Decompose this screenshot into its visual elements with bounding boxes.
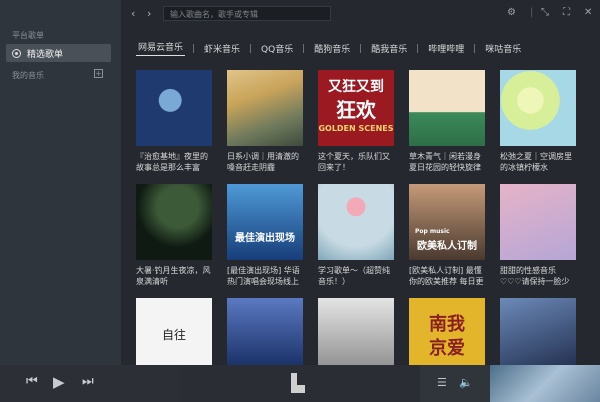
- tab-qq[interactable]: QQ音乐: [259, 42, 295, 55]
- play-icon[interactable]: ▶: [53, 373, 65, 391]
- playlist-card[interactable]: 松弛之夏｜空调房里的冰镇柠檬水: [500, 70, 576, 173]
- cover-title: 南我: [429, 314, 465, 335]
- volume-icon[interactable]: 🔈: [459, 376, 473, 389]
- playlist-cover[interactable]: [318, 298, 394, 374]
- playlist-card[interactable]: 草木青气｜闲若漫身夏日花园的轻快旋律: [409, 70, 485, 173]
- playlist-icon[interactable]: ☰: [437, 376, 447, 389]
- tab-netease[interactable]: 网易云音乐: [136, 40, 186, 56]
- playlist-caption[interactable]: 『治愈基地』夜里的故事总是那么丰富: [136, 151, 212, 173]
- sidebar-section-my-music: 我的音乐: [12, 71, 44, 80]
- playlist-cover[interactable]: 自往: [136, 298, 212, 374]
- playlist-card[interactable]: 大暑·钓月生夜凉，风泉满清听: [136, 184, 212, 287]
- playlist-cover[interactable]: 最佳演出现场: [227, 184, 303, 260]
- forward-icon[interactable]: ›: [147, 7, 151, 20]
- search-input[interactable]: 输入歌曲名，歌手或专辑: [163, 6, 331, 21]
- playlist-card[interactable]: 学习歌单～（超赞纯音乐！）: [318, 184, 394, 287]
- tab-kuwo[interactable]: 酷我音乐: [369, 42, 409, 55]
- playlist-cover[interactable]: [136, 184, 212, 260]
- playlist-caption[interactable]: [欧美私人订制] 最懂你的欧美推荐 每日更新35首: [409, 265, 485, 287]
- add-playlist-icon[interactable]: +: [94, 69, 103, 78]
- playlist-cover[interactable]: [409, 70, 485, 146]
- now-playing-cover[interactable]: [490, 365, 600, 402]
- playlist-card[interactable]: 又狂又到 狂欢 GOLDEN SCENES 这个夏天，乐队们又回来了！: [318, 70, 394, 173]
- cover-title: 狂欢: [336, 98, 376, 122]
- tab-divider: [417, 43, 419, 53]
- tab-migu[interactable]: 咪咕音乐: [483, 42, 523, 55]
- playlist-cover[interactable]: [227, 298, 303, 374]
- playlist-cover[interactable]: [500, 70, 576, 146]
- gear-icon[interactable]: ⚙: [507, 7, 516, 18]
- source-tabs: 网易云音乐 虾米音乐 QQ音乐 酷狗音乐 酷我音乐 哔哩哔哩 咪咕音乐: [136, 40, 523, 56]
- cover-title: 最佳演出现场: [235, 233, 295, 244]
- playlist-cover[interactable]: [136, 70, 212, 146]
- sidebar-item-featured-playlists[interactable]: 精选歌单: [6, 44, 111, 62]
- tab-divider: [250, 43, 252, 53]
- playback-controls: ⏮ ▶ ⏭: [0, 365, 180, 402]
- top-bar: ‹ › 输入歌曲名，歌手或专辑 ⚙ | ⤡ ⛶ ✕: [121, 0, 600, 28]
- playlist-caption[interactable]: [最佳演出现场] 华语热门演唱会现场线上听: [227, 265, 303, 287]
- playlist-caption[interactable]: 学习歌单～（超赞纯音乐！）: [318, 265, 394, 287]
- cover-subtitle: GOLDEN SCENES: [318, 124, 394, 133]
- mini-mode-icon[interactable]: ⤡: [541, 7, 549, 18]
- playlist-card[interactable]: 自往: [136, 298, 212, 374]
- playlist-cover[interactable]: [500, 184, 576, 260]
- fullscreen-icon[interactable]: ⛶: [563, 7, 570, 18]
- playlist-cover[interactable]: 南我 京爱: [409, 298, 485, 374]
- playlist-card[interactable]: Pop music 欧美私人订制 [欧美私人订制] 最懂你的欧美推荐 每日更新3…: [409, 184, 485, 287]
- cover-title: 欧美私人订制: [417, 241, 477, 252]
- sidebar-item-label: 精选歌单: [27, 49, 64, 60]
- playlist-card[interactable]: [227, 298, 303, 374]
- tab-divider: [360, 43, 362, 53]
- playlist-caption[interactable]: 草木青气｜闲若漫身夏日花园的轻快旋律: [409, 151, 485, 173]
- cover-subtitle: Pop music: [415, 228, 450, 235]
- playlist-caption[interactable]: 大暑·钓月生夜凉，风泉满清听: [136, 265, 212, 287]
- sidebar-section-platform: 平台歌单: [12, 31, 44, 40]
- divider: |: [530, 7, 534, 18]
- playlist-caption[interactable]: 甜甜的性感音乐♡♡♡请保持一脸少女心: [500, 265, 576, 287]
- main-panel: ‹ › 输入歌曲名，歌手或专辑 ⚙ | ⤡ ⛶ ✕ 网易云音乐 虾米音乐 QQ音…: [121, 0, 600, 374]
- playlist-cover[interactable]: [318, 184, 394, 260]
- cover-title: 自往: [161, 328, 186, 342]
- player-bar: ⏮ ▶ ⏭ ☰ 🔈: [0, 365, 600, 402]
- tab-xiami[interactable]: 虾米音乐: [202, 42, 242, 55]
- playlist-card[interactable]: 最佳演出现场 [最佳演出现场] 华语热门演唱会现场线上听: [227, 184, 303, 287]
- tab-kugou[interactable]: 酷狗音乐: [312, 42, 352, 55]
- back-icon[interactable]: ‹: [131, 7, 135, 20]
- playlist-card[interactable]: [318, 298, 394, 374]
- disc-icon: [12, 48, 21, 58]
- playlist-card[interactable]: 日系小调｜用清澈的嗓音赶走阴霾: [227, 70, 303, 173]
- tab-divider: [193, 43, 195, 53]
- cover-title: 又狂又到: [328, 79, 384, 95]
- tab-divider: [474, 43, 476, 53]
- playlist-caption[interactable]: 日系小调｜用清澈的嗓音赶走阴霾: [227, 151, 303, 173]
- now-playing-area: [180, 365, 420, 402]
- playlist-cover[interactable]: 又狂又到 狂欢 GOLDEN SCENES: [318, 70, 394, 146]
- sidebar: 平台歌单 精选歌单 我的音乐 +: [0, 0, 121, 365]
- playlist-caption[interactable]: 这个夏天，乐队们又回来了！: [318, 151, 394, 173]
- playlist-card[interactable]: 南我 京爱: [409, 298, 485, 374]
- tab-bilibili[interactable]: 哔哩哔哩: [426, 42, 466, 55]
- previous-icon[interactable]: ⏮: [26, 374, 38, 389]
- tab-divider: [303, 43, 305, 53]
- close-icon[interactable]: ✕: [584, 7, 592, 18]
- playlist-cover[interactable]: [227, 70, 303, 146]
- playlist-card[interactable]: 『治愈基地』夜里的故事总是那么丰富: [136, 70, 212, 173]
- playlist-card[interactable]: [500, 298, 576, 374]
- playlist-cover[interactable]: Pop music 欧美私人订制: [409, 184, 485, 260]
- cover-title: 京爱: [429, 338, 465, 359]
- next-icon[interactable]: ⏭: [82, 374, 94, 389]
- playlist-card[interactable]: 甜甜的性感音乐♡♡♡请保持一脸少女心: [500, 184, 576, 287]
- playlist-caption[interactable]: 松弛之夏｜空调房里的冰镇柠檬水: [500, 151, 576, 173]
- playlist-cover[interactable]: [500, 298, 576, 374]
- app-logo-icon: [291, 373, 305, 393]
